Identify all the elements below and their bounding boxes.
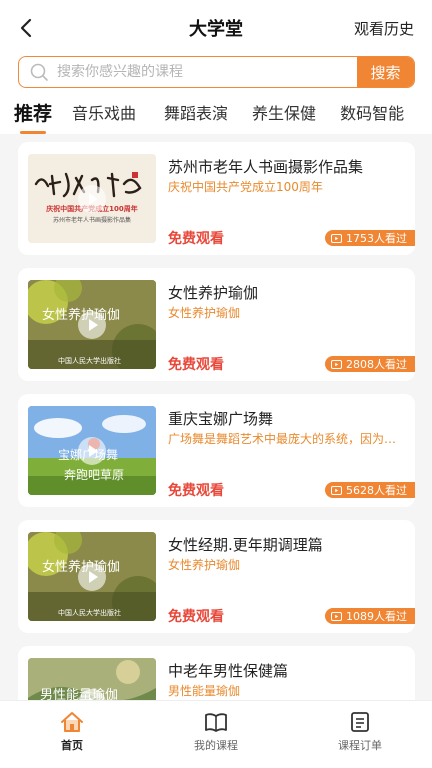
thumbnail-caption: 奔跑吧草原 [64, 468, 125, 482]
views-badge: 1753人看过 [325, 230, 415, 246]
search-input[interactable] [57, 64, 357, 80]
views-count: 1753人看过 [346, 232, 407, 245]
search-icon [30, 63, 48, 81]
course-card[interactable]: 女性养护瑜伽 中国人民大学出版社 女性养护瑜伽 女性养护瑜伽 免费观看 2808… [18, 268, 415, 381]
course-price: 免费观看 [168, 357, 224, 373]
watch-history-link[interactable]: 观看历史 [354, 18, 414, 39]
video-icon [331, 611, 342, 621]
course-subtitle: 庆祝中国共产党成立100周年 [168, 180, 323, 194]
course-subtitle: 男性能量瑜伽 [168, 684, 241, 698]
course-title: 苏州市老年人书画摄影作品集 [168, 158, 364, 176]
course-card[interactable]: 庆祝中国共产党成立100周年 苏州市老年人书画摄影作品集 苏州市老年人书画摄影作… [18, 142, 415, 255]
course-subtitle: 广场舞是舞蹈艺术中最庞大的系统，因为它是由群众自发组织的 [168, 432, 400, 446]
search-row: 搜索 [0, 56, 432, 90]
thumbnail-caption: 苏州市老年人书画摄影作品集 [52, 217, 131, 224]
video-icon [331, 359, 342, 369]
views-badge: 5628人看过 [325, 482, 415, 498]
thumbnail-caption: 中国人民大学出版社 [58, 609, 121, 617]
order-list-icon [351, 712, 369, 732]
course-card[interactable]: 女性养护瑜伽 中国人民大学出版社 女性经期.更年期调理篇 女性养护瑜伽 免费观看… [18, 520, 415, 633]
course-thumbnail[interactable]: 女性养护瑜伽 中国人民大学出版社 [28, 280, 156, 369]
thumbnail-caption: 中国人民大学出版社 [58, 357, 121, 365]
nav-item-my-courses[interactable]: 我的课程 [144, 701, 288, 768]
book-icon [205, 713, 227, 732]
course-card[interactable]: 宝娜广场舞 奔跑吧草原 重庆宝娜广场舞 广场舞是舞蹈艺术中最庞大的系统，因为它是… [18, 394, 415, 507]
tab-dance[interactable]: 舞蹈表演 [164, 100, 228, 124]
views-badge: 2808人看过 [325, 356, 415, 372]
play-icon [78, 562, 106, 591]
course-price: 免费观看 [168, 231, 224, 247]
nav-label: 我的课程 [194, 739, 238, 752]
course-subtitle: 女性养护瑜伽 [168, 306, 241, 320]
nav-label: 课程订单 [338, 739, 382, 752]
chevron-left-icon [20, 18, 32, 38]
course-price: 免费观看 [168, 609, 224, 625]
back-button[interactable] [12, 14, 40, 42]
search-button[interactable]: 搜索 [357, 57, 414, 87]
tab-active-indicator [20, 130, 46, 134]
course-thumbnail[interactable]: 庆祝中国共产党成立100周年 苏州市老年人书画摄影作品集 [28, 154, 156, 243]
bottom-nav: 首页 我的课程 课程订单 [0, 700, 432, 768]
video-icon [331, 233, 342, 243]
category-tabs: 推荐 音乐戏曲 舞蹈表演 养生保健 数码智能 [0, 90, 432, 134]
play-icon [78, 184, 106, 213]
course-price: 免费观看 [168, 483, 224, 499]
play-icon [78, 310, 106, 339]
views-count: 1089人看过 [346, 610, 407, 623]
course-subtitle: 女性养护瑜伽 [168, 558, 241, 572]
video-icon [331, 485, 342, 495]
tab-digital[interactable]: 数码智能 [340, 100, 404, 124]
course-title: 中老年男性保健篇 [168, 662, 289, 680]
page-title: 大学堂 [189, 19, 243, 40]
course-title: 女性经期.更年期调理篇 [168, 536, 323, 554]
search-box: 搜索 [18, 56, 415, 88]
views-count: 5628人看过 [346, 484, 407, 497]
tab-label: 推荐 [14, 102, 53, 125]
play-icon [78, 436, 106, 465]
course-title: 女性养护瑜伽 [168, 284, 259, 302]
course-thumbnail[interactable]: 女性养护瑜伽 中国人民大学出版社 [28, 532, 156, 621]
views-badge: 1089人看过 [325, 608, 415, 624]
course-title: 重庆宝娜广场舞 [168, 410, 274, 428]
tab-health[interactable]: 养生保健 [252, 100, 316, 124]
nav-label: 首页 [61, 739, 83, 752]
top-bar: 大学堂 观看历史 [0, 0, 432, 56]
views-count: 2808人看过 [346, 358, 407, 371]
tab-recommend[interactable]: 推荐 [14, 99, 53, 134]
home-icon [61, 712, 83, 732]
tab-music-opera[interactable]: 音乐戏曲 [72, 100, 136, 124]
nav-item-course-orders[interactable]: 课程订单 [288, 701, 432, 768]
course-thumbnail[interactable]: 宝娜广场舞 奔跑吧草原 [28, 406, 156, 495]
nav-item-home[interactable]: 首页 [0, 701, 144, 768]
